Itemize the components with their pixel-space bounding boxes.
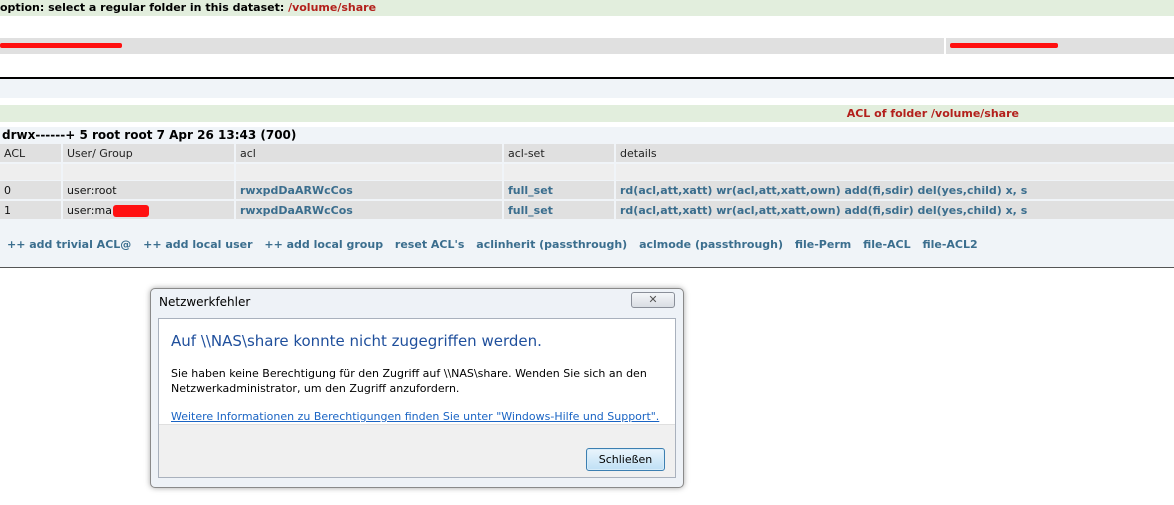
reset-acls-link[interactable]: reset ACL's: [395, 238, 465, 251]
option-bar: option: select a regular folder in this …: [0, 0, 1174, 16]
table-row: 0 user:root rwxpdDaARWcCos full_set rd(a…: [0, 181, 1174, 199]
row-acl-link[interactable]: rwxpdDaARWcCos: [236, 201, 502, 219]
blank-cell: [504, 164, 614, 180]
blank-cell: [0, 164, 61, 180]
header-details: details: [616, 144, 1174, 162]
network-error-dialog: Netzwerkfehler ✕ Auf \\NAS\share konnte …: [150, 288, 684, 488]
row-user: user:root: [63, 181, 234, 199]
close-icon[interactable]: ✕: [631, 292, 675, 308]
table-blank-row: [0, 164, 1174, 180]
acl-title: ACL of folder /volume/share: [846, 107, 1019, 120]
dialog-title: Netzwerkfehler: [159, 295, 251, 309]
blank-cell: [236, 164, 502, 180]
header-acl-set: acl-set: [504, 144, 614, 162]
file-acl2-link[interactable]: file-ACL2: [922, 238, 977, 251]
file-acl-link[interactable]: file-ACL: [863, 238, 911, 251]
row-details-link[interactable]: rd(acl,att,xatt) wr(acl,att,xatt,own) ad…: [616, 201, 1174, 219]
row-index: 1: [0, 201, 61, 219]
panel-gap: [0, 122, 1174, 127]
dialog-content: Auf \\NAS\share konnte nicht zugegriffen…: [158, 318, 676, 478]
info-bar-divider: [944, 38, 946, 54]
close-button[interactable]: Schließen: [586, 448, 665, 471]
redaction-mark-left: [0, 43, 122, 48]
aclmode-link[interactable]: aclmode (passthrough): [639, 238, 783, 251]
redaction-mark-right: [950, 43, 1058, 48]
panel-gap: [0, 98, 1174, 105]
row-acl-link[interactable]: rwxpdDaARWcCos: [236, 181, 502, 199]
blank-cell: [63, 164, 234, 180]
header-acl: ACL: [0, 144, 61, 162]
add-local-group-link[interactable]: ++ add local group: [264, 238, 383, 251]
header-acl-value: acl: [236, 144, 502, 162]
option-label: option: select a regular folder in this …: [0, 1, 289, 14]
file-perm-link[interactable]: file-Perm: [795, 238, 851, 251]
header-user-group: User/ Group: [63, 144, 234, 162]
help-link[interactable]: Weitere Informationen zu Berechtigungen …: [171, 410, 659, 423]
row-aclset-link[interactable]: full_set: [504, 181, 614, 199]
blank-cell: [616, 164, 1174, 180]
dialog-message: Sie haben keine Berechtigung für den Zug…: [171, 367, 647, 395]
aclinherit-link[interactable]: aclinherit (passthrough): [476, 238, 627, 251]
panel-bottom-border: [0, 267, 1174, 268]
dialog-heading: Auf \\NAS\share konnte nicht zugegriffen…: [171, 332, 542, 350]
acl-table-header: ACL User/ Group acl acl-set details: [0, 144, 1174, 162]
folder-permissions: drwx------+ 5 root root 7 Apr 26 13:43 (…: [2, 128, 297, 142]
row-details-link[interactable]: rd(acl,att,xatt) wr(acl,att,xatt,own) ad…: [616, 181, 1174, 199]
row-aclset-link[interactable]: full_set: [504, 201, 614, 219]
acl-actions: ++ add trivial ACL@ ++ add local user ++…: [7, 238, 986, 251]
add-local-user-link[interactable]: ++ add local user: [143, 238, 252, 251]
add-trivial-acl-link[interactable]: ++ add trivial ACL@: [7, 238, 131, 251]
redaction-mark-user: [113, 205, 149, 217]
row-index: 0: [0, 181, 61, 199]
option-path[interactable]: /volume/share: [288, 1, 376, 14]
table-row: 1 user:ma rwxpdDaARWcCos full_set rd(acl…: [0, 201, 1174, 219]
